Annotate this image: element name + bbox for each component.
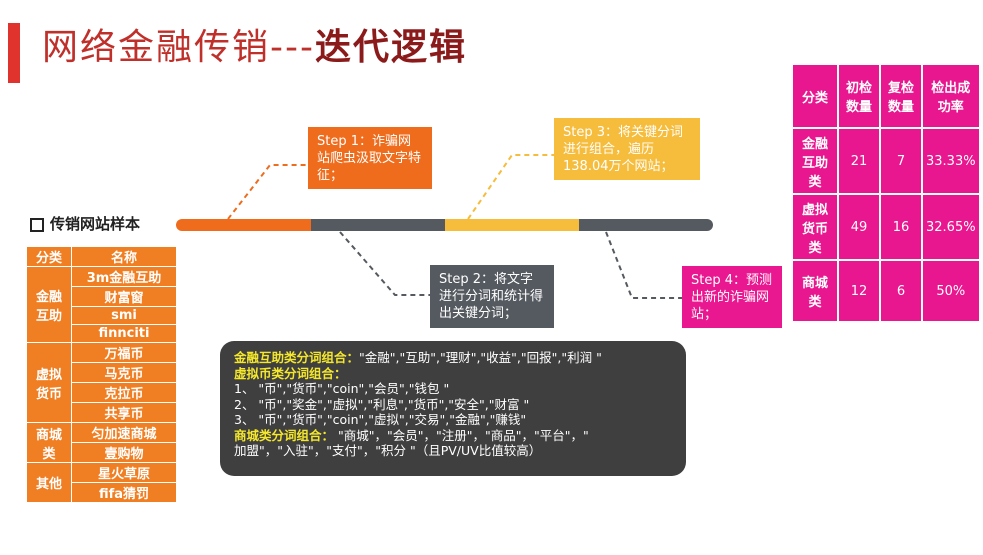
name-cell: 马克币 — [71, 362, 177, 383]
name-cell: fifa猜罚 — [71, 482, 177, 503]
category-cell: 虚拟货币类 — [791, 193, 839, 261]
sample-label-text: 传销网站样本 — [50, 215, 141, 233]
finance-combo-line: 金融互助类分词组合："金融","互助","理财","收益","回报","利润 " — [234, 350, 672, 366]
table-header-row: 分类 名称 — [26, 246, 177, 267]
name-cell: 壹购物 — [71, 442, 177, 463]
finance-combo-title: 金融互助类分词组合： — [234, 350, 360, 365]
table-row: 虚拟货币类 49 16 32.65% — [791, 193, 981, 261]
category-cell: 金融互助 — [26, 266, 72, 343]
timeline-segment-4 — [579, 219, 713, 231]
table-cell: 6 — [879, 259, 923, 323]
table-header-cell: 初检数量 — [837, 63, 881, 129]
timeline-segment-1 — [176, 219, 311, 231]
table-header-row: 分类 初检数量 复检数量 检出成功率 — [791, 63, 981, 129]
name-cell: 星火草原 — [71, 462, 177, 483]
table-header-cell: 复检数量 — [879, 63, 923, 129]
results-table: 分类 初检数量 复检数量 检出成功率 金融互助类 21 7 33.33% 虚拟货… — [791, 63, 981, 323]
name-cell: 财富窗 — [71, 286, 177, 307]
mall-combo-line: 商城类分词组合： "商城"，"会员"，"注册"，"商品"，"平台"，" — [234, 428, 672, 444]
table-cell: 33.33% — [921, 127, 981, 195]
connector-step2 — [339, 231, 437, 296]
table-header-cell: 分类 — [791, 63, 839, 129]
table-cell: 21 — [837, 127, 881, 195]
category-cell: 其他 — [26, 462, 72, 503]
category-cell: 虚拟货币 — [26, 342, 72, 423]
table-row: 金融互助 3m金融互助 — [26, 266, 177, 343]
keyword-combinations-box: 金融互助类分词组合："金融","互助","理财","收益","回报","利润 "… — [220, 341, 686, 476]
table-cell: 7 — [879, 127, 923, 195]
name-cell: 匀加速商城 — [71, 422, 177, 443]
table-row: 商城类 12 6 50% — [791, 259, 981, 323]
table-cell: 16 — [879, 193, 923, 261]
name-cell: 共享币 — [71, 402, 177, 423]
table-row: 其他 星火草原 — [26, 462, 177, 503]
timeline-segment-2 — [311, 219, 445, 231]
connector-step3 — [467, 154, 554, 220]
table-cell: 32.65% — [921, 193, 981, 261]
table-row: 虚拟货币 万福币 — [26, 342, 177, 423]
table-header-cell: 检出成功率 — [921, 63, 981, 129]
name-cell: 万福币 — [71, 342, 177, 363]
table-row: 商城类 匀加速商城 — [26, 422, 177, 463]
crypto-combo-line: 1、 "币","货币","coin","会员","钱包 " — [234, 381, 450, 396]
crypto-combo-line: 2、 "币","奖金","虚拟","利息","货币","安全","财富 " — [234, 396, 530, 412]
crypto-combo-title: 虚拟币类分词组合： — [234, 365, 347, 381]
sample-label: 传销网站样本 — [30, 213, 140, 234]
step2-box: Step 2：将文字进行分词和统计得出关键分词； — [430, 265, 554, 328]
category-cell: 金融互助类 — [791, 127, 839, 195]
category-cell: 商城类 — [26, 422, 72, 463]
finance-combo-text: "金融","互助","理财","收益","回报","利润 " — [359, 350, 602, 365]
name-cell: 克拉币 — [71, 382, 177, 403]
name-cell: smi — [71, 306, 177, 325]
table-cell: 49 — [837, 193, 881, 261]
checkbox-square-icon — [30, 217, 44, 232]
connector-step4 — [605, 231, 682, 299]
step3-box: Step 3：将关键分词进行组合，遍历138.04万个网站； — [554, 118, 700, 180]
table-header-cell: 分类 — [26, 246, 72, 267]
table-row: 金融互助类 21 7 33.33% — [791, 127, 981, 195]
step4-box: Step 4：预测出新的诈骗网站； — [682, 266, 782, 328]
name-cell: finnciti — [71, 324, 177, 343]
mall-combo-text: "商城"，"会员"，"注册"，"商品"，"平台"，" — [334, 427, 589, 443]
table-cell: 12 — [837, 259, 881, 323]
step1-box: Step 1：诈骗网站爬虫汲取文字特征； — [308, 127, 432, 189]
connector-step1 — [227, 164, 318, 220]
name-cell: 3m金融互助 — [71, 266, 177, 287]
mall-combo-line-2: 加盟"，"入驻"，"支付"，"积分 "（且PV/UV比值较高） — [234, 443, 542, 458]
table-cell: 50% — [921, 259, 981, 323]
sample-table: 分类 名称 金融互助 3m金融互助 财富窗 smi finnciti 虚拟货币 … — [26, 246, 177, 503]
timeline-segment-3 — [445, 219, 579, 231]
mall-combo-title: 商城类分词组合： — [234, 427, 335, 443]
crypto-combo-line: 3、 "币","货币","coin","虚拟","交易","金融","赚钱" — [234, 412, 527, 427]
table-header-cell: 名称 — [71, 246, 177, 267]
category-cell: 商城类 — [791, 259, 839, 323]
